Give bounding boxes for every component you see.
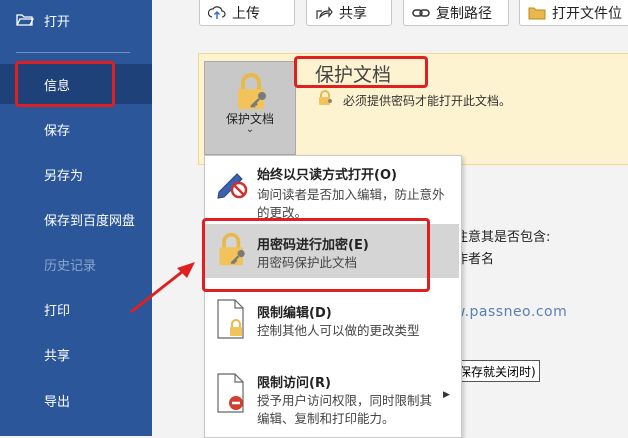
- sidebar-item-label: 打印: [44, 303, 71, 319]
- folder-open-icon: [16, 14, 34, 26]
- open-location-label: 打开文件位: [552, 5, 622, 22]
- share-icon: [315, 5, 333, 21]
- submenu-arrow-icon: ▶: [443, 390, 450, 400]
- menu-item-restrict-editing[interactable]: 限制编辑(D) 控制其他人可以做的更改类型: [205, 294, 459, 354]
- menu-item-always-read-only[interactable]: 始终以只读方式打开(O) 询问读者是否加入编辑，防止意外的更改。: [205, 156, 459, 220]
- sidebar-item-label: 保存到百度网盘: [44, 213, 136, 229]
- menu-item-title: 限制编辑(D): [257, 306, 332, 321]
- sidebar-item-save-as[interactable]: 另存为: [0, 154, 152, 194]
- copy-path-button[interactable]: 复制路径: [403, 0, 509, 26]
- sidebar-item-label: 导出: [44, 394, 71, 410]
- document-lock-icon: [217, 299, 244, 339]
- sidebar-item-label: 打开: [44, 14, 71, 30]
- upload-label: 上传: [232, 5, 260, 22]
- menu-item-desc: 授予用户访问权限，同时限制其编辑、复制和打印能力。: [257, 393, 433, 426]
- sidebar-item-save[interactable]: 保存: [0, 109, 152, 149]
- share-label: 共享: [339, 5, 367, 22]
- sidebar-item-label: 共享: [44, 348, 71, 364]
- protect-document-menu: 始终以只读方式打开(O) 询问读者是否加入编辑，防止意外的更改。 用密码进行加密…: [204, 155, 462, 438]
- sidebar-item-open[interactable]: 打开: [0, 0, 152, 40]
- sidebar-divider: [16, 52, 130, 53]
- lock-key-icon: [238, 73, 266, 109]
- chevron-down-icon: ⌄: [245, 124, 255, 135]
- menu-item-desc: 控制其他人可以做的更改类型: [257, 323, 420, 338]
- menu-item-restrict-access[interactable]: 限制访问(R) 授予用户访问权限，同时限制其编辑、复制和打印能力。 ▶: [205, 366, 459, 436]
- sidebar-item-label: 历史记录: [44, 258, 97, 274]
- small-lock-icon: [319, 90, 332, 105]
- document-restricted-icon: [217, 373, 244, 413]
- highlight-box-info: [15, 61, 115, 107]
- sidebar-item-label: 保存: [44, 123, 71, 139]
- protect-description: 必须提供密码才能打开此文档。: [343, 94, 512, 108]
- share-button[interactable]: 共享: [306, 0, 392, 26]
- link-icon: [412, 6, 430, 20]
- folder-icon: [528, 6, 546, 20]
- sidebar-item-save-baidu[interactable]: 保存到百度网盘: [0, 199, 152, 239]
- upload-button[interactable]: 上传: [199, 0, 295, 26]
- upload-icon: [208, 5, 226, 21]
- highlight-box-encrypt: [202, 218, 430, 292]
- menu-item-desc: 询问读者是否加入编辑，防止意外的更改。: [257, 187, 445, 218]
- copy-path-label: 复制路径: [436, 5, 492, 22]
- menu-item-title: 限制访问(R): [257, 376, 331, 391]
- menu-item-title: 始终以只读方式打开(O): [257, 168, 397, 183]
- save-close-button[interactable]: 保存就关闭时): [455, 360, 540, 382]
- open-location-button[interactable]: 打开文件位: [519, 0, 628, 26]
- inspect-text: 注意其是否包含:: [455, 230, 551, 245]
- sidebar-item-share[interactable]: 共享: [0, 334, 152, 374]
- red-arrow-icon: [130, 262, 195, 314]
- pencil-prohibited-icon: [217, 173, 248, 199]
- protect-document-button[interactable]: 保护文档 ⌄: [204, 61, 296, 155]
- highlight-box-protect-title: [294, 56, 428, 88]
- sidebar-item-label: 另存为: [44, 168, 84, 184]
- sidebar-item-export[interactable]: 导出: [0, 380, 152, 420]
